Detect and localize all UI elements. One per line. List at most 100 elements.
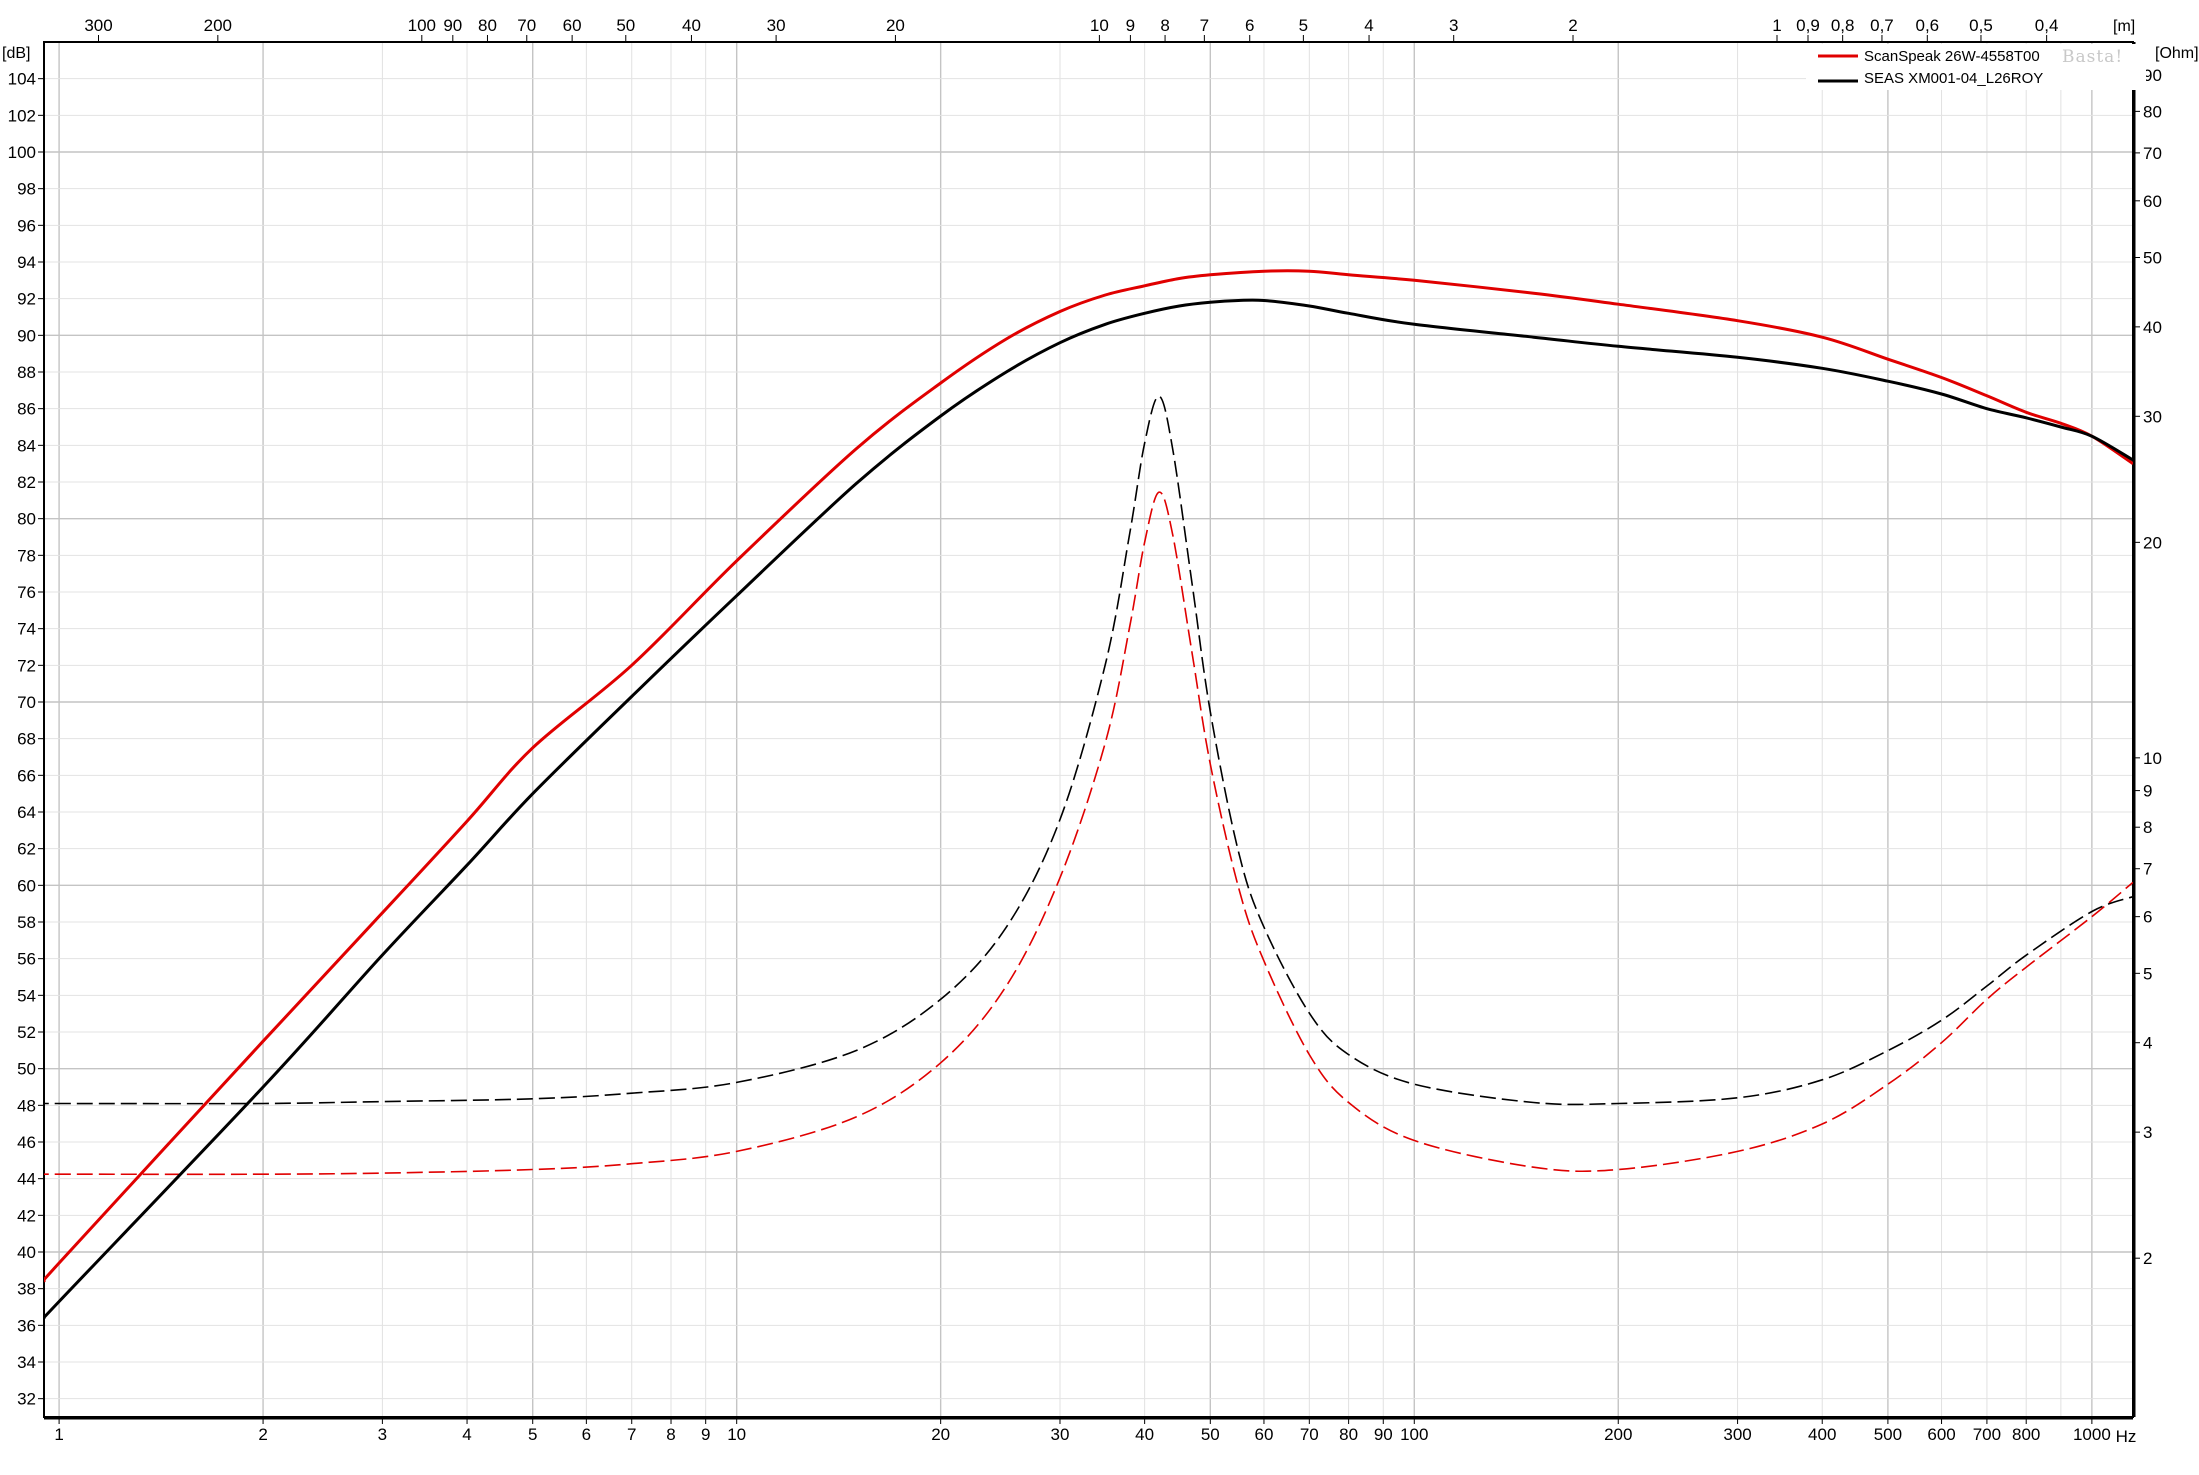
y-left-tick-label: 42 bbox=[17, 1206, 36, 1225]
top-tick-label: 0,4 bbox=[2035, 16, 2059, 35]
watermark-logo: Basta! bbox=[2062, 47, 2123, 67]
y-left-tick-label: 32 bbox=[17, 1390, 36, 1409]
top-tick-label: 6 bbox=[1245, 16, 1254, 35]
top-tick-label: 30 bbox=[767, 16, 786, 35]
y-left-tick-label: 54 bbox=[17, 986, 36, 1005]
y-left-tick-label: 102 bbox=[8, 106, 36, 125]
x-tick-label: 400 bbox=[1808, 1425, 1836, 1444]
top-tick-label: 0,5 bbox=[1969, 16, 1993, 35]
x-tick-label: 10 bbox=[727, 1425, 746, 1444]
y-left-tick-label: 80 bbox=[17, 510, 36, 529]
y-right-tick-label: 40 bbox=[2143, 318, 2162, 337]
y-left-tick-label: 40 bbox=[17, 1243, 36, 1262]
y-left-tick-label: 98 bbox=[17, 180, 36, 199]
x-tick-label: 4 bbox=[462, 1425, 471, 1444]
legend: ScanSpeak 26W-4558T00 SEAS XM001-04_L26R… bbox=[1806, 44, 2146, 90]
x-tick-label: 60 bbox=[1254, 1425, 1273, 1444]
y-left-tick-label: 86 bbox=[17, 400, 36, 419]
top-tick-label: 300 bbox=[84, 16, 112, 35]
y-right-tick-label: 2 bbox=[2143, 1249, 2152, 1268]
top-tick-label: 7 bbox=[1200, 16, 1209, 35]
y-left-tick-label: 94 bbox=[17, 253, 36, 272]
y-left-tick-label: 70 bbox=[17, 693, 36, 712]
top-tick-label: 0,8 bbox=[1831, 16, 1855, 35]
top-tick-label: 200 bbox=[204, 16, 232, 35]
y-left-tick-label: 72 bbox=[17, 656, 36, 675]
y-left-unit-label: [dB] bbox=[2, 45, 30, 62]
x-tick-label: 8 bbox=[666, 1425, 675, 1444]
frequency-response-chart: [dB] [Ohm] [m] Hz 1 2 3 4 5 6 7 8 9 10 20 30 40 50 60 7… bbox=[2, 16, 2199, 1446]
x-tick-label: 100 bbox=[1400, 1425, 1428, 1444]
y-right-tick-label: 9 bbox=[2143, 782, 2152, 801]
top-tick-label: 50 bbox=[616, 16, 635, 35]
y-left-tick-label: 82 bbox=[17, 473, 36, 492]
y-right-tick-label: 80 bbox=[2143, 102, 2162, 121]
y-left-tick-label: 84 bbox=[17, 436, 36, 455]
y-right-tick-label: 5 bbox=[2143, 964, 2152, 983]
y-left-tick-label: 62 bbox=[17, 840, 36, 859]
y-right-tick-label: 50 bbox=[2143, 248, 2162, 267]
x-tick-label: 90 bbox=[1374, 1425, 1393, 1444]
y-right-tick-label: 70 bbox=[2143, 144, 2162, 163]
spl-curve-red bbox=[44, 269, 2133, 1284]
x-axis-unit-label: Hz bbox=[2116, 1427, 2137, 1446]
axes: [dB] [Ohm] [m] Hz 1 2 3 4 5 6 7 8 9 10 20 30 40 50 60 7… bbox=[2, 16, 2199, 1446]
y-right-tick-label: 30 bbox=[2143, 407, 2162, 426]
top-tick-label: 10 bbox=[1090, 16, 1109, 35]
y-left-tick-label: 50 bbox=[17, 1060, 36, 1079]
x-tick-label: 3 bbox=[378, 1425, 387, 1444]
y-left-tick-label: 52 bbox=[17, 1023, 36, 1042]
top-tick-label: 0,7 bbox=[1870, 16, 1894, 35]
x-tick-label: 1 bbox=[54, 1425, 63, 1444]
y-left-tick-label: 76 bbox=[17, 583, 36, 602]
y-left-tick-label: 78 bbox=[17, 546, 36, 565]
top-tick-label: 20 bbox=[886, 16, 905, 35]
y-right-unit-label: [Ohm] bbox=[2155, 45, 2199, 62]
x-tick-label: 80 bbox=[1339, 1425, 1358, 1444]
x-tick-label: 300 bbox=[1723, 1425, 1751, 1444]
y-left-tick-label: 46 bbox=[17, 1133, 36, 1152]
y-left-tick-label: 34 bbox=[17, 1353, 36, 1372]
top-tick-label: 1 bbox=[1772, 16, 1781, 35]
y-left-tick-label: 56 bbox=[17, 950, 36, 969]
y-left-tick-label: 44 bbox=[17, 1170, 36, 1189]
top-tick-label: 9 bbox=[1126, 16, 1135, 35]
y-left-tick-label: 96 bbox=[17, 216, 36, 235]
y-left-tick-label: 66 bbox=[17, 766, 36, 785]
y-right-tick-label: 3 bbox=[2143, 1123, 2152, 1142]
x-tick-label: 200 bbox=[1604, 1425, 1632, 1444]
y-left-tick-label: 90 bbox=[17, 326, 36, 345]
x-tick-label: 7 bbox=[627, 1425, 636, 1444]
x-tick-label: 800 bbox=[2012, 1425, 2040, 1444]
x-tick-label: 500 bbox=[1874, 1425, 1902, 1444]
y-left-tick-label: 64 bbox=[17, 803, 36, 822]
y-left-tick-label: 38 bbox=[17, 1280, 36, 1299]
y-right-tick-label: 20 bbox=[2143, 533, 2162, 552]
x-tick-label: 70 bbox=[1300, 1425, 1319, 1444]
y-left-tick-label: 60 bbox=[17, 876, 36, 895]
y-left-tick-label: 100 bbox=[8, 143, 36, 162]
y-left-tick-label: 58 bbox=[17, 913, 36, 932]
y-left-tick-label: 92 bbox=[17, 290, 36, 309]
top-tick-label: 100 bbox=[408, 16, 436, 35]
top-tick-label: 80 bbox=[478, 16, 497, 35]
top-axis-unit-label: [m] bbox=[2113, 18, 2135, 35]
x-tick-label: 1000 bbox=[2073, 1425, 2111, 1444]
top-tick-label: 4 bbox=[1364, 16, 1373, 35]
x-tick-label: 20 bbox=[931, 1425, 950, 1444]
top-tick-label: 40 bbox=[682, 16, 701, 35]
top-tick-label: 3 bbox=[1449, 16, 1458, 35]
x-tick-label: 50 bbox=[1201, 1425, 1220, 1444]
top-tick-label: 0,9 bbox=[1796, 16, 1820, 35]
x-tick-label: 6 bbox=[582, 1425, 591, 1444]
y-right-tick-label: 6 bbox=[2143, 908, 2152, 927]
y-left-tick-label: 68 bbox=[17, 730, 36, 749]
top-tick-label: 8 bbox=[1160, 16, 1169, 35]
top-tick-label: 70 bbox=[517, 16, 536, 35]
legend-label-scanspeak: ScanSpeak 26W-4558T00 bbox=[1864, 48, 2040, 65]
x-tick-label: 40 bbox=[1135, 1425, 1154, 1444]
top-tick-label: 5 bbox=[1299, 16, 1308, 35]
y-right-tick-label: 7 bbox=[2143, 860, 2152, 879]
chart-area: [dB] [Ohm] [m] Hz 1 2 3 4 5 6 7 8 9 10 20 30 40 50 60 7… bbox=[0, 0, 2199, 1470]
series-lines bbox=[44, 269, 2133, 1321]
